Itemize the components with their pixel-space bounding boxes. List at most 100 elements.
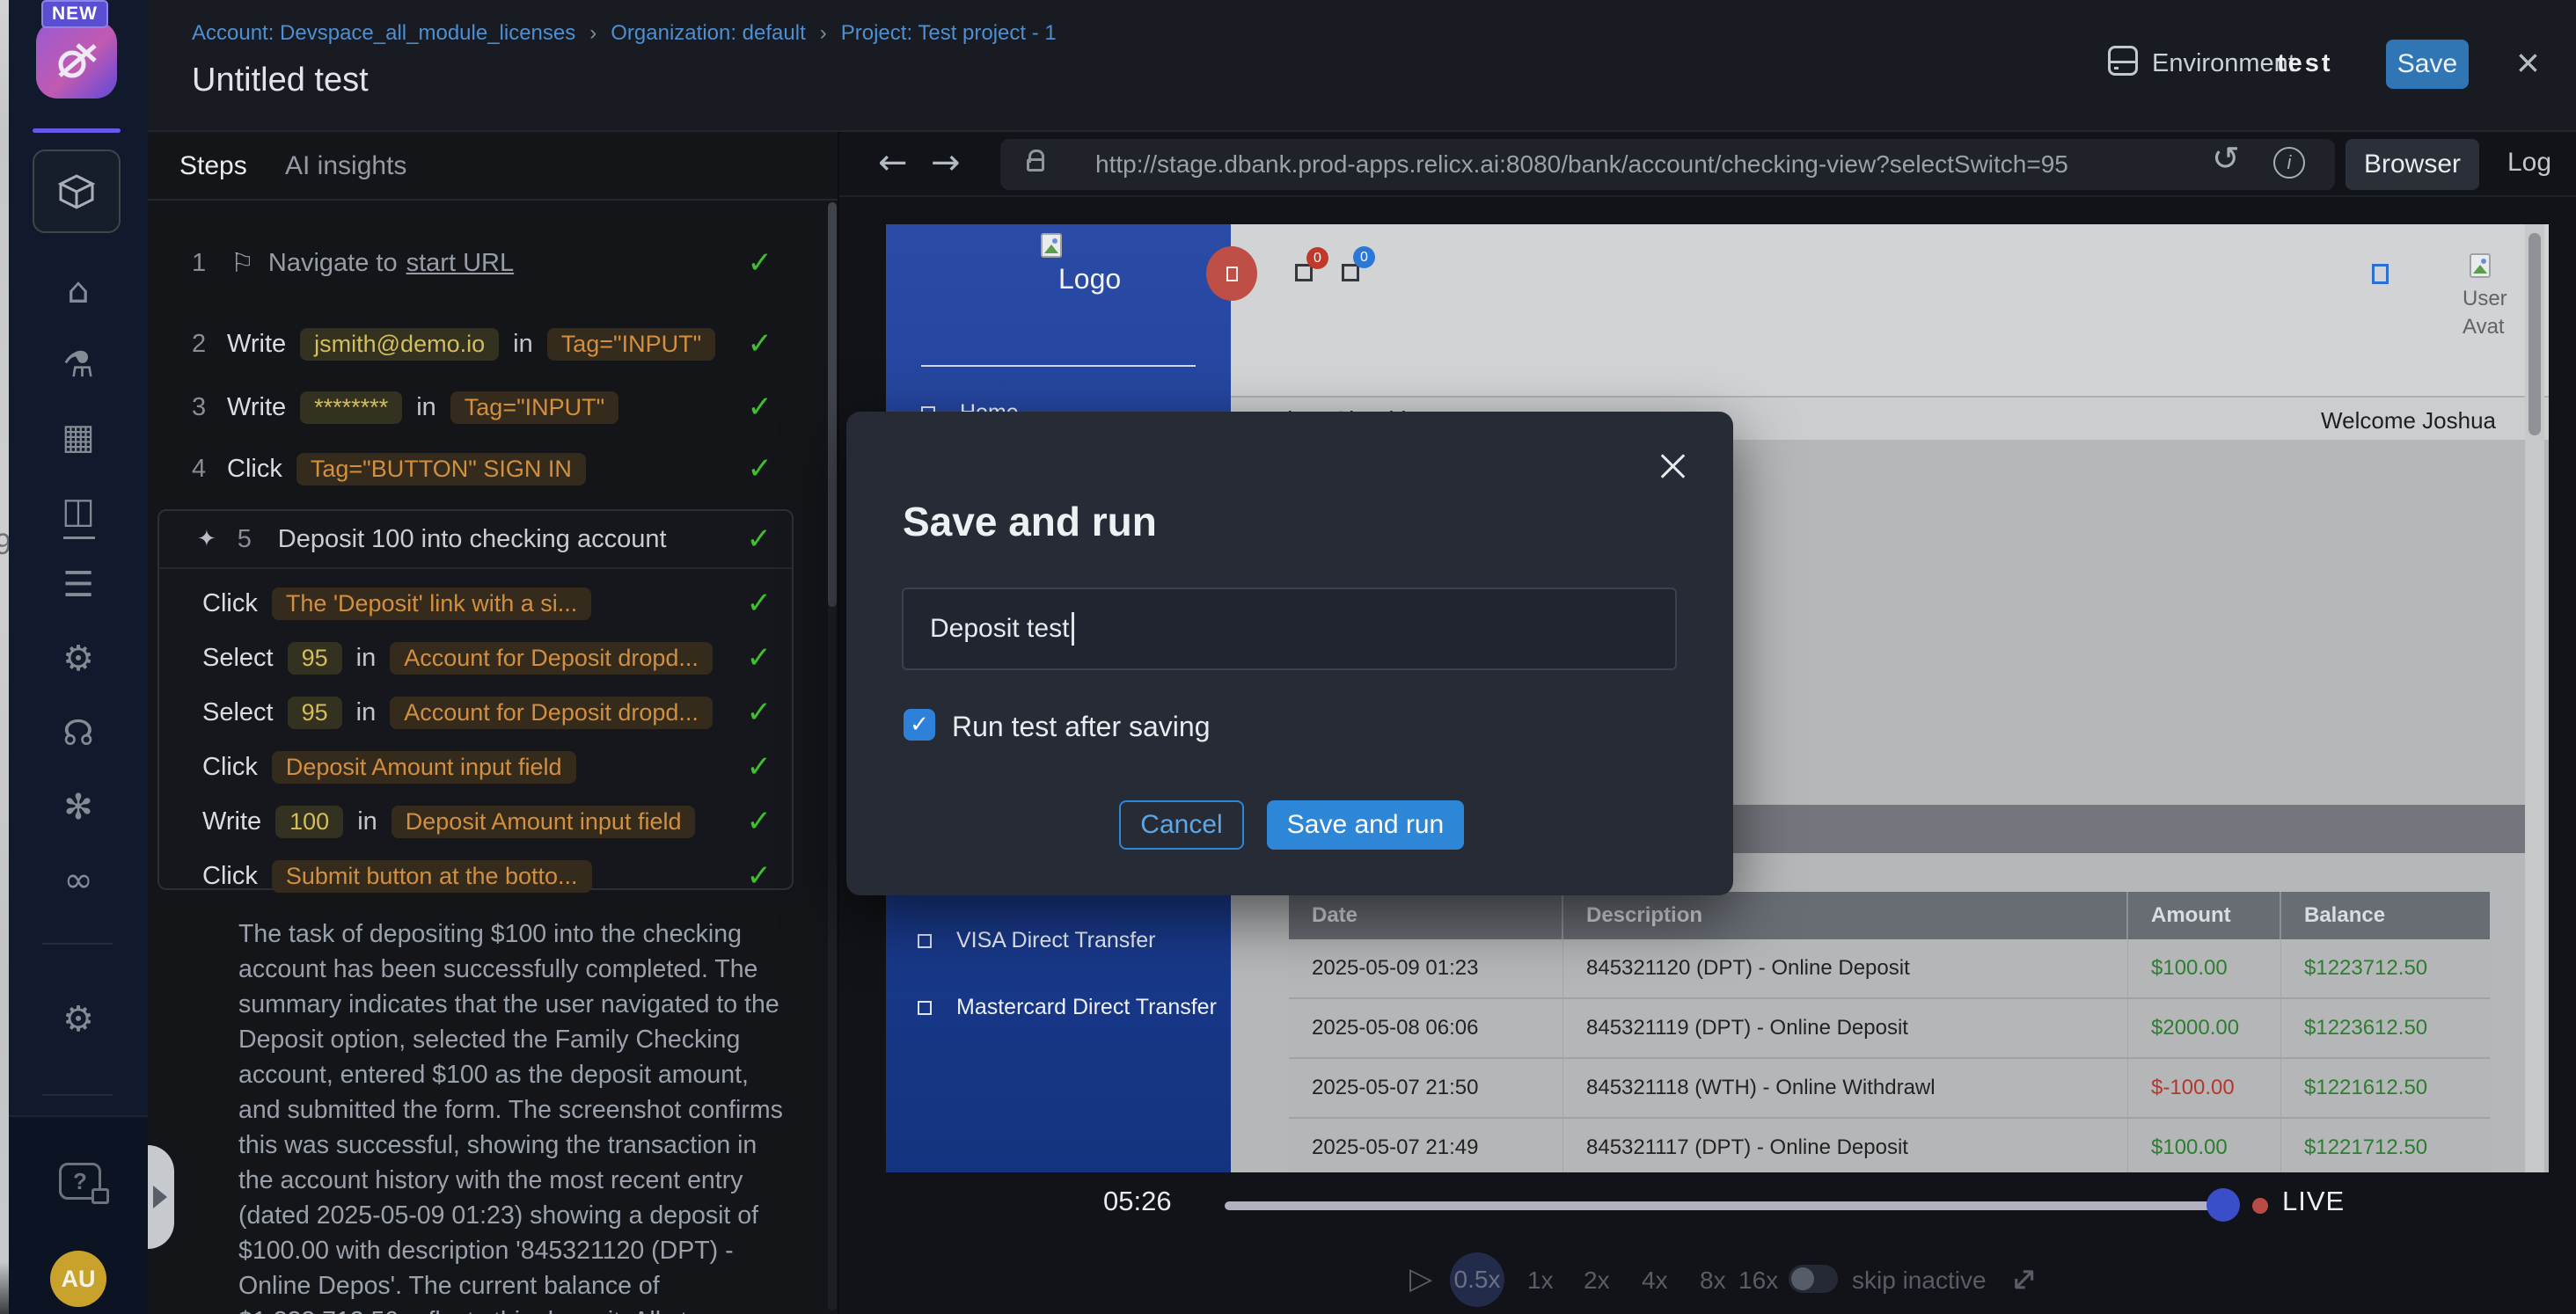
step-row-3[interactable]: 3 Write ******** in Tag="INPUT" ✓ (148, 387, 838, 427)
step-value-badge[interactable]: jsmith@demo.io (300, 328, 499, 361)
breadcrumb-account[interactable]: Account: Devspace_all_module_licenses (192, 21, 575, 46)
substep-value-badge[interactable]: 95 (288, 642, 342, 675)
test-suites-icon[interactable]: ◫ (9, 491, 148, 531)
speed-4x-button[interactable]: 4x (1642, 1267, 1668, 1295)
timeline-track[interactable] (1225, 1201, 2223, 1210)
elapsed-time: 05:26 (1103, 1186, 1172, 1217)
topbar-broken-image-icon[interactable] (2372, 264, 2389, 284)
substep-success-icon: ✓ (747, 640, 772, 675)
column-header-amount[interactable]: Amount (2128, 892, 2281, 939)
connections-icon[interactable]: ∞ (9, 860, 148, 901)
substep-row[interactable]: Click Submit button at the botto... ✓ (159, 849, 792, 903)
substep-value-badge[interactable]: 95 (288, 697, 342, 729)
step-target-badge[interactable]: Tag="BUTTON" SIGN IN (296, 453, 586, 485)
timeline-knob[interactable] (2206, 1188, 2240, 1222)
play-icon[interactable]: ▷ (1409, 1261, 1432, 1296)
url-bar[interactable]: http://stage.dbank.prod-apps.relicx.ai:8… (1000, 139, 2335, 190)
table-row[interactable]: 2025-05-09 01:23 845321120 (DPT) - Onlin… (1289, 939, 2490, 999)
cancel-button[interactable]: Cancel (1119, 800, 1244, 850)
forward-icon[interactable]: → (931, 142, 961, 183)
substep-row[interactable]: Click The 'Deposit' link with a si... ✓ (159, 576, 792, 631)
column-header-date[interactable]: Date (1289, 892, 1563, 939)
table-row[interactable]: 2025-05-07 21:50 845321118 (WTH) - Onlin… (1289, 1059, 2490, 1119)
substep-row[interactable]: Click Deposit Amount input field ✓ (159, 740, 792, 794)
bank-logo-text[interactable]: Logo (1058, 263, 1121, 296)
step-row-4[interactable]: 4 Click Tag="BUTTON" SIGN IN ✓ (148, 449, 838, 489)
integrations-icon[interactable]: ✻ (9, 787, 148, 828)
substep-row[interactable]: Select 95 in Account for Deposit dropd..… (159, 685, 792, 740)
apps-grid-icon[interactable]: ▦ (9, 417, 148, 457)
user-avatar[interactable]: AU (50, 1251, 106, 1307)
info-icon[interactable]: i (2273, 147, 2305, 179)
help-chat-icon[interactable]: ? (59, 1163, 101, 1200)
close-icon[interactable]: × (2516, 39, 2540, 86)
reload-icon[interactable]: ↺ (2212, 139, 2240, 178)
test-list-icon[interactable]: ☰ (9, 565, 148, 605)
substep-target-badge[interactable]: The 'Deposit' link with a si... (272, 588, 591, 620)
bank-logo-broken-image-icon (1041, 233, 1062, 258)
save-and-run-button[interactable]: Save and run (1267, 800, 1464, 850)
step-target-badge[interactable]: Tag="INPUT" (547, 328, 715, 361)
substep-row[interactable]: Write 100 in Deposit Amount input field … (159, 794, 792, 849)
tab-steps[interactable]: Steps (179, 151, 247, 181)
panel-collapse-handle[interactable] (148, 1145, 174, 1249)
substep-target-badge[interactable]: Account for Deposit dropd... (390, 642, 713, 675)
test-name-input[interactable]: Deposit test (902, 588, 1677, 670)
run-after-saving-checkbox[interactable]: ✓ (904, 709, 935, 741)
speed-16x-button[interactable]: 16x (1738, 1267, 1778, 1295)
cell-amount: $100.00 (2128, 1119, 2281, 1172)
settings-icon[interactable]: ⚙ (9, 639, 148, 679)
modal-close-icon[interactable] (1656, 449, 1691, 484)
step-value-badge[interactable]: ******** (300, 391, 402, 424)
home-icon[interactable]: ⌂ (9, 271, 148, 311)
breadcrumb-organization[interactable]: Organization: default (611, 21, 805, 46)
bank-user-avatar[interactable]: User Avat (2463, 253, 2519, 369)
bank-menu-toggle-button[interactable] (1206, 246, 1257, 301)
ai-sparkle-icon: ✦ (197, 526, 216, 552)
bank-nav-visa-transfer[interactable]: VISA Direct Transfer (918, 928, 1155, 953)
substep-row[interactable]: Select 95 in Account for Deposit dropd..… (159, 631, 792, 685)
table-row[interactable]: 2025-05-07 21:49 845321117 (DPT) - Onlin… (1289, 1119, 2490, 1172)
substep-target-badge[interactable]: Submit button at the botto... (272, 860, 592, 893)
expand-diagonal-icon[interactable]: ↔ (2000, 1255, 2047, 1303)
broken-image-icon (1226, 266, 1238, 281)
substep-target-badge[interactable]: Account for Deposit dropd... (390, 697, 713, 729)
column-header-balance[interactable]: Balance (2281, 892, 2490, 939)
bank-scrollbar-thumb[interactable] (2528, 233, 2541, 435)
step-row-2[interactable]: 2 Write jsmith@demo.io in Tag="INPUT" ✓ (148, 324, 838, 364)
experiments-icon[interactable]: ⚗ (9, 345, 148, 385)
column-header-description[interactable]: Description (1563, 892, 2128, 939)
step-group-header[interactable]: ✦ 5 Deposit 100 into checking account ✓ (159, 511, 792, 569)
step-row-1[interactable]: 1 ⚐ Navigate to start URL ✓ (148, 243, 838, 283)
lock-open-icon (1027, 158, 1044, 172)
step-target-badge[interactable]: Tag="INPUT" (450, 391, 618, 424)
support-icon[interactable]: ☊ (9, 713, 148, 754)
tab-browser-view[interactable]: Browser (2345, 139, 2479, 190)
sidebar-item-test-builder-active[interactable] (33, 150, 121, 233)
speed-8x-button[interactable]: 8x (1700, 1267, 1726, 1295)
speed-2x-button[interactable]: 2x (1584, 1267, 1610, 1295)
speed-0-5x-button[interactable]: 0.5x (1450, 1252, 1504, 1307)
steps-scrollbar-thumb[interactable] (828, 202, 837, 607)
substep-value-badge[interactable]: 100 (275, 806, 343, 838)
speed-1x-button[interactable]: 1x (1527, 1267, 1554, 1295)
bank-nav-mastercard-transfer[interactable]: Mastercard Direct Transfer (918, 995, 1217, 1020)
message-broken-image-icon[interactable] (1342, 264, 1359, 281)
substep-action: Write (202, 807, 261, 836)
tab-log-view[interactable]: Log (2507, 148, 2551, 178)
breadcrumb-project[interactable]: Project: Test project - 1 (841, 21, 1057, 46)
back-icon[interactable]: ← (878, 142, 908, 183)
bank-scrollbar-track[interactable] (2525, 224, 2544, 1172)
table-row[interactable]: 2025-05-08 06:06 845321119 (DPT) - Onlin… (1289, 999, 2490, 1059)
url-text[interactable]: http://stage.dbank.prod-apps.relicx.ai:8… (1095, 150, 2068, 179)
substep-target-badge[interactable]: Deposit Amount input field (272, 751, 576, 784)
substep-target-badge[interactable]: Deposit Amount input field (392, 806, 696, 838)
tab-ai-insights[interactable]: AI insights (285, 151, 406, 181)
bank-welcome-text: Welcome Joshua (2321, 407, 2496, 434)
save-button[interactable]: Save (2386, 40, 2469, 89)
app-logo[interactable] (36, 21, 117, 99)
skip-inactive-toggle[interactable] (1789, 1265, 1838, 1293)
start-url-link[interactable]: start URL (406, 249, 514, 278)
environment-value[interactable]: test (2277, 49, 2333, 78)
settings-secondary-icon[interactable]: ⚙ (9, 999, 148, 1040)
